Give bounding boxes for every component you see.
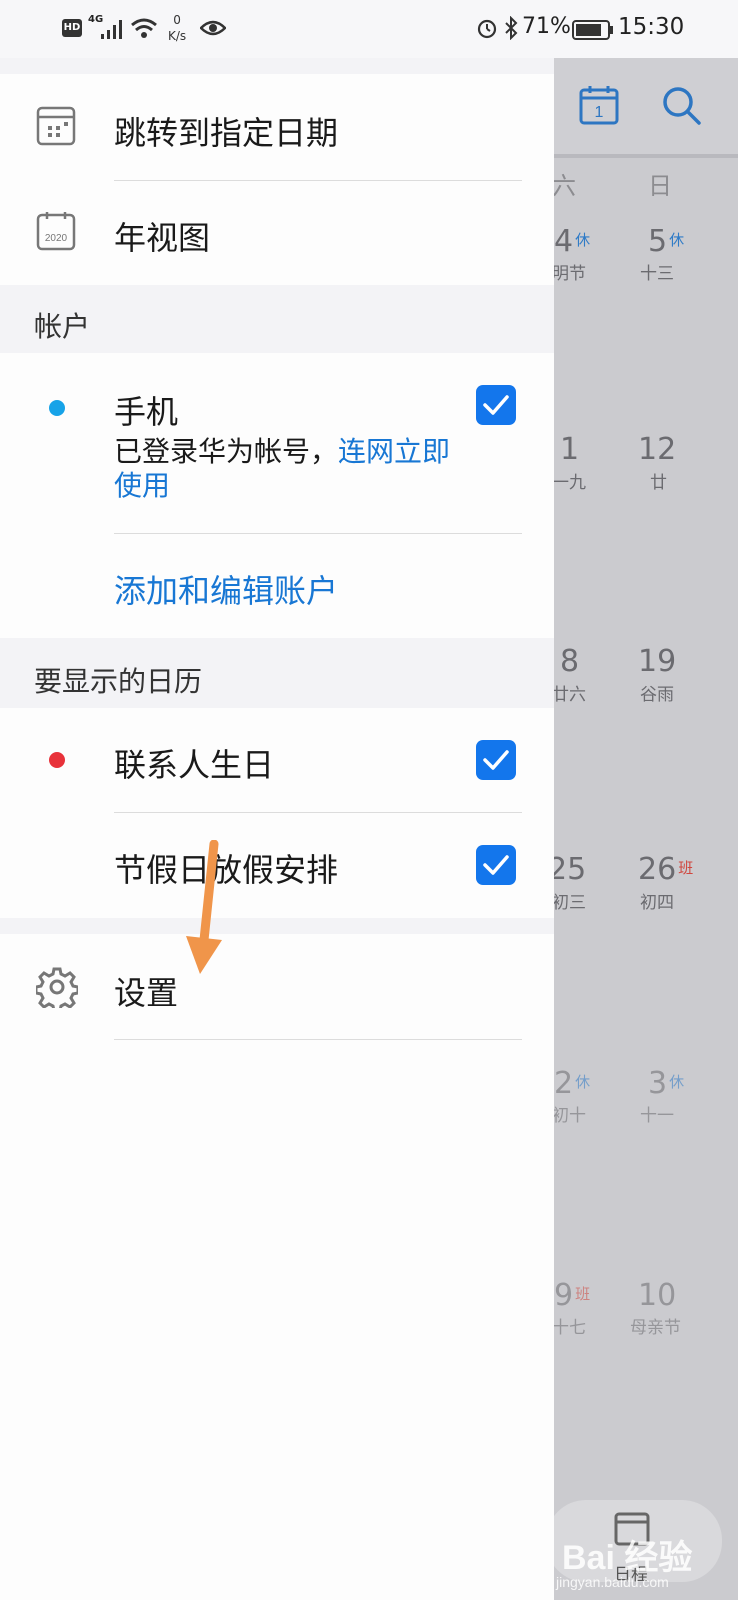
lunar-label: 廿 [650, 473, 667, 493]
lunar-label: 谷雨 [640, 685, 674, 705]
day-cell[interactable]: 1 [560, 432, 579, 467]
day-cell[interactable]: 12 [638, 432, 676, 467]
day-cell[interactable]: 2休 [554, 1066, 590, 1101]
lunar-label: 十三 [640, 264, 674, 284]
lunar-label: 明节 [552, 264, 586, 284]
accounts-title: 帐户 [34, 310, 91, 343]
svg-text:2020: 2020 [45, 233, 68, 244]
work-tag: 班 [678, 859, 694, 877]
search-icon[interactable] [660, 84, 702, 130]
lunar-label: 母亲节 [630, 1318, 681, 1338]
year-view-icon: 2020 [36, 211, 76, 255]
year-view-item[interactable]: 2020 年视图 [0, 181, 554, 285]
rest-tag: 休 [669, 231, 685, 249]
rest-tag: 休 [575, 1073, 591, 1091]
calendar-color-dot [49, 752, 65, 768]
hd-badge: HD [62, 19, 82, 37]
svg-text:1: 1 [595, 104, 604, 121]
drawer-top-gap [0, 58, 554, 74]
day-cell[interactable]: 19 [638, 644, 676, 679]
watermark-logo: Bai 经验 [562, 1539, 693, 1577]
jump-to-date-item[interactable]: 跳转到指定日期 [0, 74, 554, 180]
calendar-item-holidays[interactable]: 节假日放假安排 [0, 813, 554, 917]
settings-label: 设置 [114, 974, 179, 1012]
lunar-label: 初三 [552, 893, 586, 913]
lunar-label: 初四 [640, 893, 674, 913]
clock: 15:30 [618, 14, 685, 40]
eye-icon [199, 18, 227, 42]
day-cell[interactable]: 5休 [648, 224, 684, 259]
calendar-item-birthdays[interactable]: 联系人生日 [0, 708, 554, 812]
day-cell[interactable]: 4休 [554, 224, 590, 259]
calendars-title: 要显示的日历 [34, 665, 203, 698]
jump-to-date-label: 跳转到指定日期 [114, 114, 339, 152]
day-cell[interactable]: 9班 [554, 1278, 590, 1313]
lunar-label: 廿六 [552, 685, 586, 705]
day-cell[interactable]: 3休 [648, 1066, 684, 1101]
accounts-section-header: 帐户 [0, 285, 554, 353]
account-status: 已登录华为帐号，连网立即使用 [114, 435, 451, 502]
bluetooth-icon [504, 15, 518, 44]
lunar-label: 十一 [640, 1106, 674, 1126]
navigation-drawer: 跳转到指定日期 2020 年视图 帐户 手机 已登录华为帐号，连网立即使用 添加… [0, 58, 554, 1600]
phone-account-checkbox[interactable] [476, 385, 516, 425]
year-view-label: 年视图 [114, 219, 211, 257]
lunar-label: 初十 [552, 1106, 586, 1126]
watermark-url: jingyan.baidu.com [556, 1574, 669, 1590]
birthdays-label: 联系人生日 [114, 746, 275, 784]
signal-icon [100, 18, 124, 44]
battery-percent: 71% [522, 14, 571, 39]
weekday-saturday: 六 [552, 172, 576, 200]
settings-item[interactable]: 设置 [0, 934, 554, 1038]
birthdays-checkbox[interactable] [476, 740, 516, 780]
day-cell[interactable]: 26 班 [638, 852, 693, 887]
alarm-icon [476, 17, 498, 43]
gear-icon [34, 966, 80, 1013]
divider [114, 1039, 522, 1040]
rest-tag: 休 [575, 231, 591, 249]
lunar-label: 一九 [552, 473, 586, 493]
lunar-label: 十七 [552, 1318, 586, 1338]
battery-icon [572, 19, 614, 45]
annotation-arrow-icon [180, 839, 230, 984]
network-speed: 0 K/s [168, 13, 187, 43]
phone-account-name: 手机 [114, 393, 179, 431]
work-tag: 班 [575, 1285, 591, 1303]
rest-tag: 休 [669, 1073, 685, 1091]
calendars-section-header: 要显示的日历 [0, 638, 554, 708]
status-bar: HD 4G 0 K/s 71% 15:30 [0, 0, 738, 58]
weekday-sunday: 日 [648, 172, 672, 200]
wifi-icon [130, 16, 158, 44]
today-calendar-icon[interactable]: 1 [578, 84, 620, 130]
calendar-jump-icon [36, 106, 76, 150]
add-edit-accounts-label: 添加和编辑账户 [114, 572, 339, 610]
account-color-dot [49, 400, 65, 416]
day-cell[interactable]: 8 [560, 644, 579, 679]
day-cell[interactable]: 10 [638, 1278, 676, 1313]
phone-account-item[interactable]: 手机 已登录华为帐号，连网立即使用 [0, 353, 554, 533]
section-gap [0, 918, 554, 934]
add-edit-accounts-item[interactable]: 添加和编辑账户 [0, 534, 554, 638]
holidays-checkbox[interactable] [476, 845, 516, 885]
